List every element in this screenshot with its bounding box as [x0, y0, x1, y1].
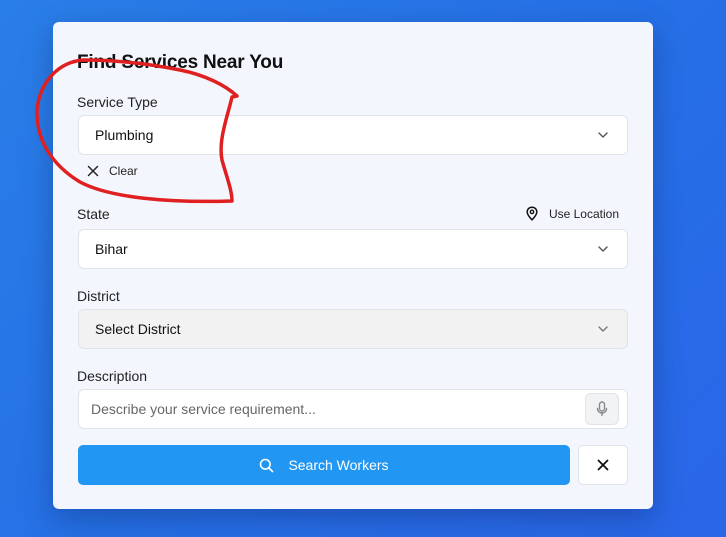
description-input[interactable] [91, 390, 571, 428]
search-icon [260, 458, 274, 472]
search-workers-button[interactable]: Search Workers [78, 445, 570, 485]
service-type-value: Plumbing [95, 127, 154, 143]
state-value: Bihar [95, 241, 128, 257]
mic-button[interactable] [585, 393, 619, 425]
use-location-button[interactable]: Use Location [525, 206, 619, 221]
map-pin-icon [526, 206, 538, 221]
search-card: Find Services Near You Service Type Plum… [53, 22, 653, 509]
state-label: State [77, 206, 110, 222]
close-icon [597, 459, 609, 471]
chevron-down-icon [598, 326, 608, 332]
microphone-icon [596, 401, 608, 417]
service-type-label: Service Type [77, 94, 158, 110]
chevron-down-icon [598, 132, 608, 138]
search-workers-label: Search Workers [288, 457, 389, 473]
use-location-label: Use Location [548, 206, 619, 221]
clear-label: Clear [109, 164, 138, 178]
service-type-select[interactable]: Plumbing [78, 115, 628, 155]
close-icon [87, 165, 99, 177]
district-select[interactable]: Select District [78, 309, 628, 349]
district-value: Select District [95, 321, 181, 337]
close-button[interactable] [578, 445, 628, 485]
page-title: Find Services Near You [77, 52, 284, 73]
clear-button[interactable]: Clear [87, 164, 138, 178]
district-label: District [77, 288, 120, 304]
state-select[interactable]: Bihar [78, 229, 628, 269]
description-label: Description [77, 368, 148, 384]
description-field [78, 389, 628, 429]
chevron-down-icon [598, 246, 608, 252]
